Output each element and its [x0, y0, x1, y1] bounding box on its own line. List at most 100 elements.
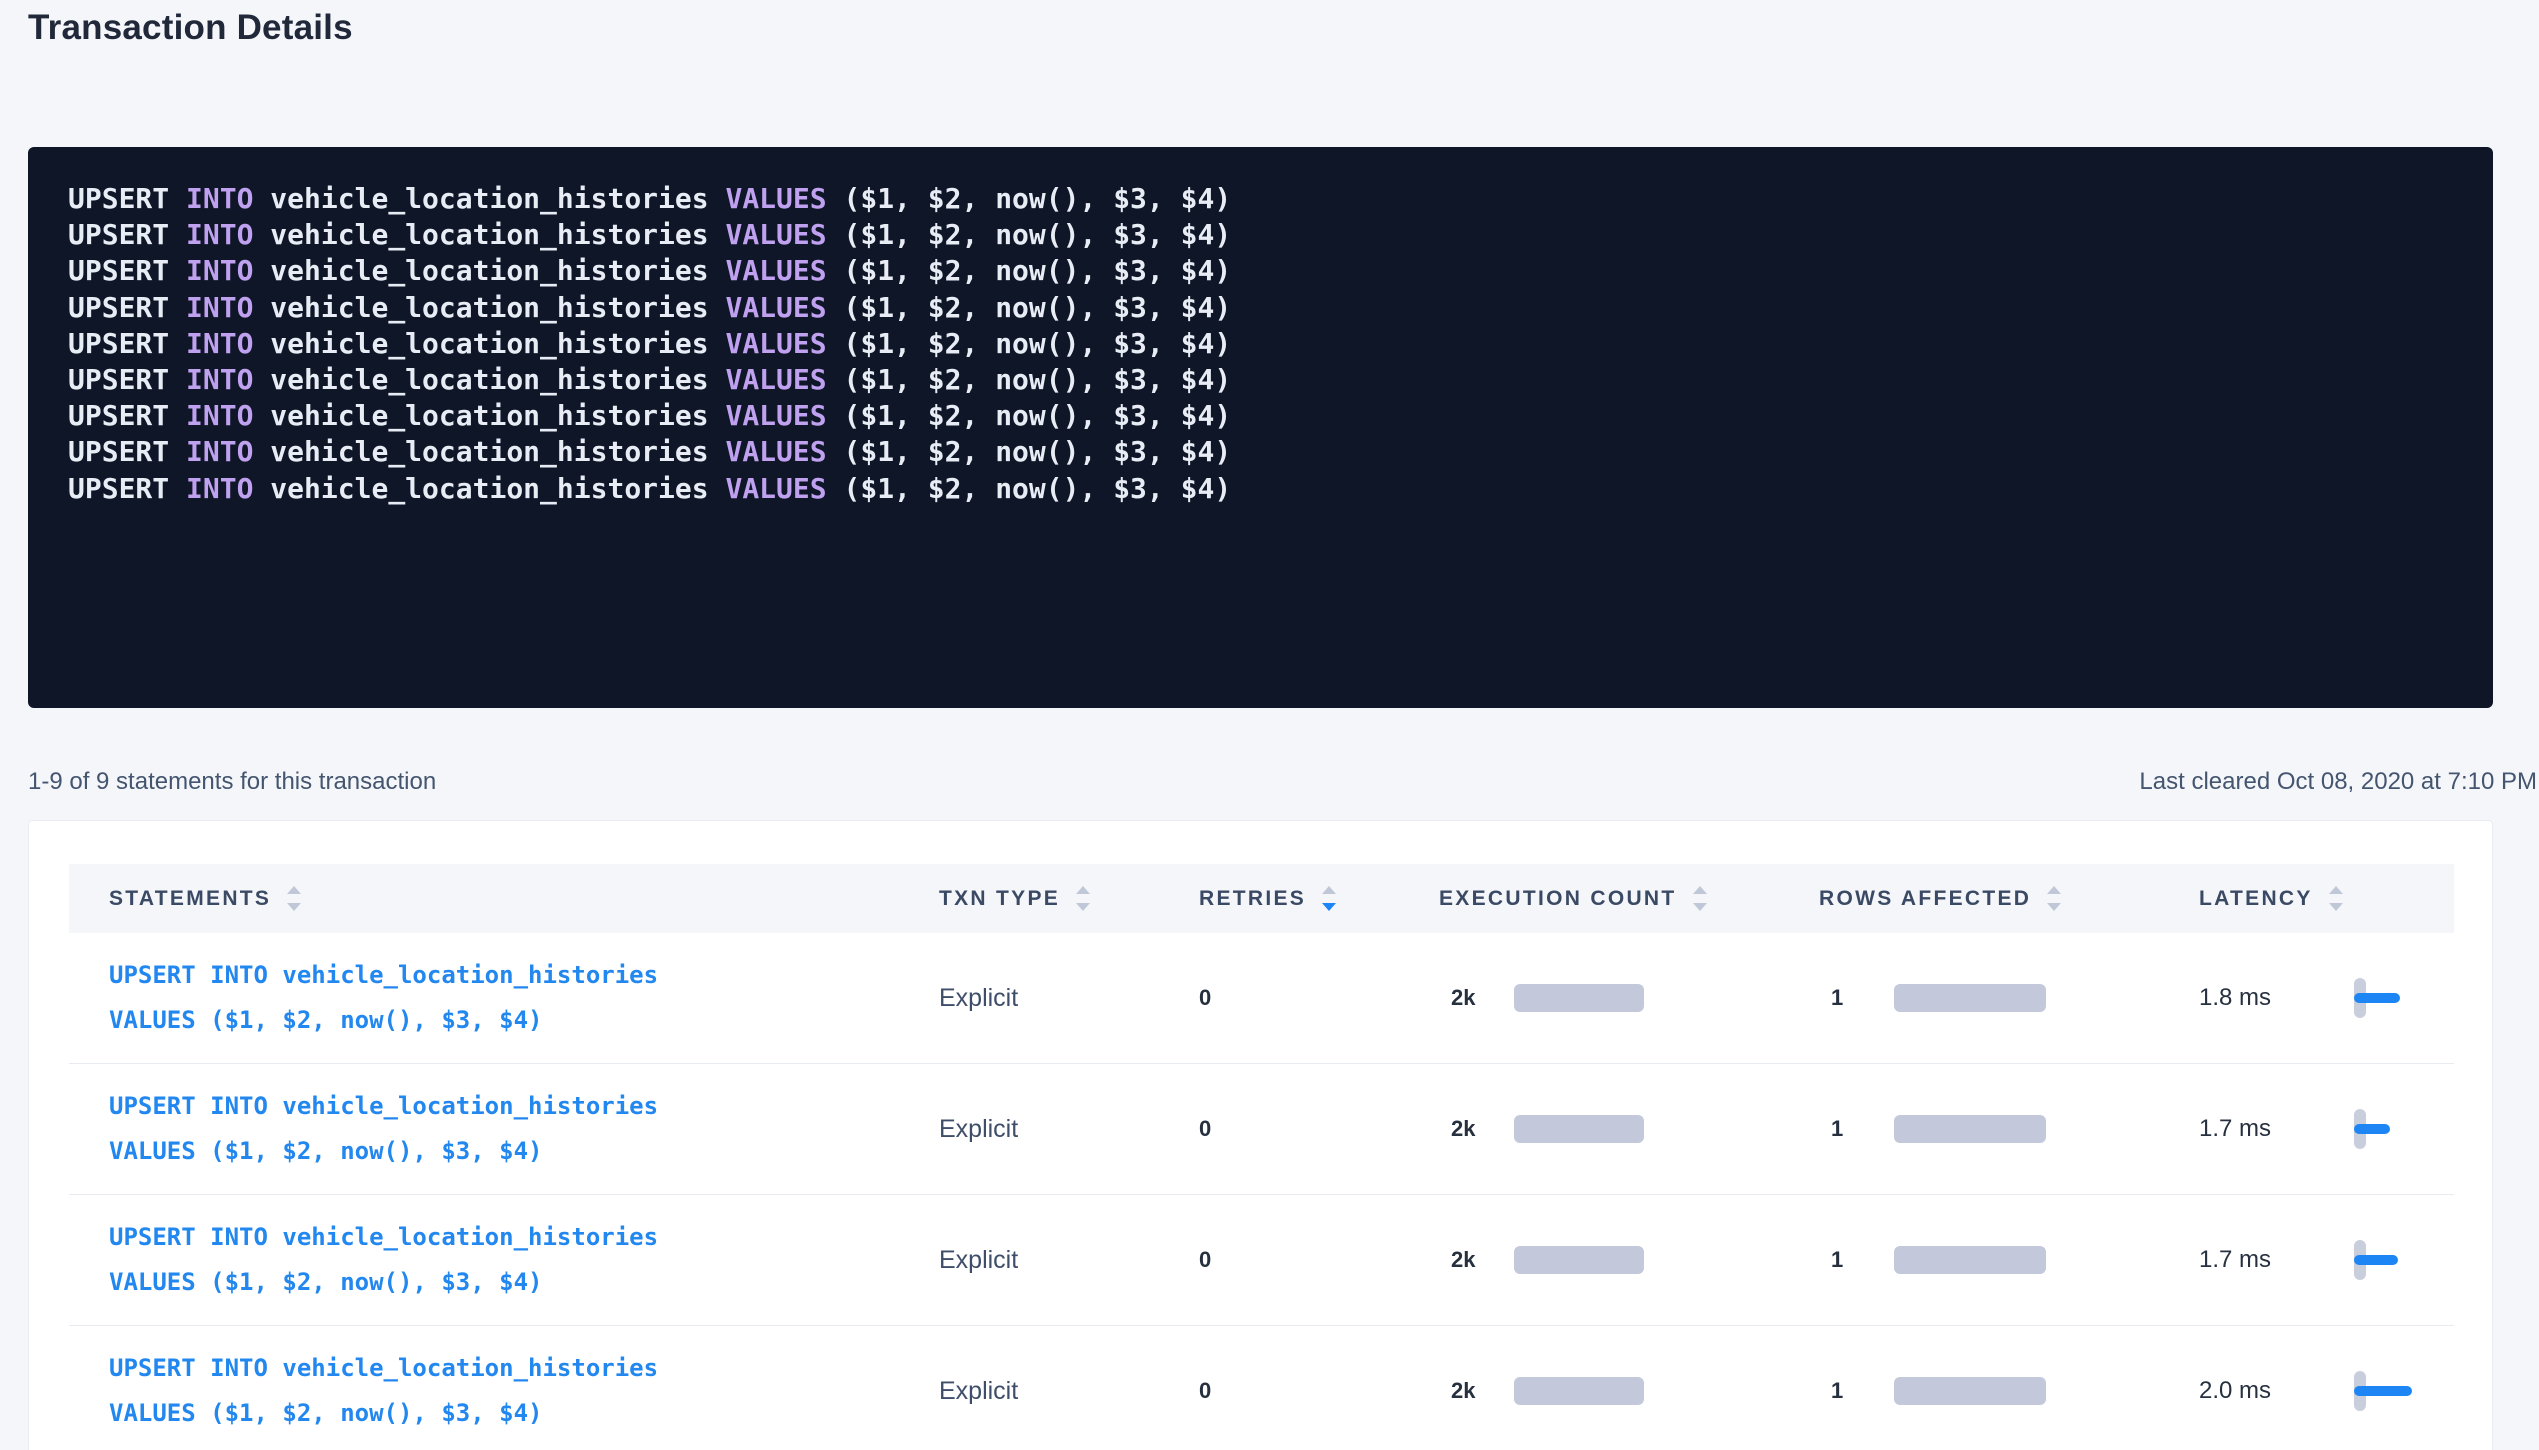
statement-line-2: VALUES ($1, $2, now(), $3, $4)	[109, 1129, 899, 1174]
statement-line-2: VALUES ($1, $2, now(), $3, $4)	[109, 1391, 899, 1436]
sql-text: vehicle_location_histories	[253, 472, 725, 505]
latency-cell: 1.7 ms	[2159, 1238, 2454, 1282]
latency-bar-chart	[2354, 976, 2426, 1020]
sql-keyword: INTO	[186, 399, 253, 432]
sort-arrows	[2047, 886, 2061, 911]
statement-cell: UPSERT INTO vehicle_location_historiesVA…	[69, 953, 899, 1043]
sql-text: vehicle_location_histories	[253, 254, 725, 287]
sql-statement-line: UPSERT INTO vehicle_location_histories V…	[68, 362, 2453, 398]
sql-text: UPSERT	[68, 327, 186, 360]
latency-bar-chart	[2354, 1107, 2426, 1151]
sql-statement-line: UPSERT INTO vehicle_location_histories V…	[68, 253, 2453, 289]
sql-statement-line: UPSERT INTO vehicle_location_histories V…	[68, 290, 2453, 326]
execution-count-value: 2k	[1439, 1247, 1514, 1273]
txn-type-value: Explicit	[899, 1115, 1159, 1144]
column-header-rows-affected[interactable]: ROWS AFFECTED	[1779, 886, 2159, 911]
sql-keyword: INTO	[186, 218, 253, 251]
txn-type-value: Explicit	[899, 1246, 1159, 1275]
statement-link[interactable]: UPSERT INTO vehicle_location_historiesVA…	[109, 1346, 899, 1436]
sql-text: ($1, $2, now(), $3, $4)	[827, 254, 1232, 287]
sql-statement-line: UPSERT INTO vehicle_location_histories V…	[68, 217, 2453, 253]
sql-text: UPSERT	[68, 399, 186, 432]
execution-count-cell: 2k	[1399, 1377, 1779, 1405]
latency-bar	[2354, 1255, 2398, 1265]
rows-affected-bar	[1894, 1246, 2046, 1274]
sql-keyword: VALUES	[725, 182, 826, 215]
latency-bar	[2354, 1124, 2390, 1134]
column-header-latency[interactable]: LATENCY	[2159, 886, 2454, 911]
statements-table: STATEMENTSTXN TYPERETRIES EXECUTION COUNT…	[69, 864, 2454, 1450]
column-header-label: EXECUTION COUNT	[1439, 887, 1677, 911]
sql-keyword: INTO	[186, 435, 253, 468]
statement-link[interactable]: UPSERT INTO vehicle_location_historiesVA…	[109, 1084, 899, 1174]
statement-row: UPSERT INTO vehicle_location_historiesVA…	[69, 1064, 2454, 1195]
sort-arrows	[1693, 886, 1707, 911]
sort-arrows	[1076, 886, 1090, 911]
sql-text: UPSERT	[68, 182, 186, 215]
sort-arrows	[2329, 886, 2343, 911]
column-header-statements[interactable]: STATEMENTS	[69, 886, 899, 911]
sql-keyword: VALUES	[725, 291, 826, 324]
rows-affected-cell: 1	[1779, 984, 2159, 1012]
sql-text: ($1, $2, now(), $3, $4)	[827, 435, 1232, 468]
sql-text: vehicle_location_histories	[253, 327, 725, 360]
latency-cell: 1.7 ms	[2159, 1107, 2454, 1151]
latency-bar-chart	[2354, 1238, 2426, 1282]
sort-desc-icon	[2047, 903, 2061, 911]
statement-row: UPSERT INTO vehicle_location_historiesVA…	[69, 933, 2454, 1064]
sql-text: ($1, $2, now(), $3, $4)	[827, 472, 1232, 505]
sql-text: ($1, $2, now(), $3, $4)	[827, 363, 1232, 396]
column-header-txn-type[interactable]: TXN TYPE	[899, 886, 1159, 911]
sort-arrows	[287, 886, 301, 911]
statement-line-1: UPSERT INTO vehicle_location_histories	[109, 953, 899, 998]
sql-keyword: VALUES	[725, 327, 826, 360]
execution-count-value: 2k	[1439, 1116, 1514, 1142]
sql-text: UPSERT	[68, 472, 186, 505]
sql-keyword: VALUES	[725, 399, 826, 432]
sql-text: vehicle_location_histories	[253, 218, 725, 251]
sql-text: UPSERT	[68, 363, 186, 396]
sql-text: vehicle_location_histories	[253, 363, 725, 396]
sql-keyword: VALUES	[725, 363, 826, 396]
sort-desc-icon	[1322, 903, 1336, 911]
latency-bar	[2354, 1386, 2412, 1396]
statement-link[interactable]: UPSERT INTO vehicle_location_historiesVA…	[109, 953, 899, 1043]
column-header-execution-count[interactable]: EXECUTION COUNT	[1399, 886, 1779, 911]
sql-text: UPSERT	[68, 218, 186, 251]
sql-keyword: INTO	[186, 254, 253, 287]
sql-keyword: INTO	[186, 291, 253, 324]
statements-count-text: 1-9 of 9 statements for this transaction	[28, 768, 436, 796]
execution-count-value: 2k	[1439, 1378, 1514, 1404]
sql-statement-line: UPSERT INTO vehicle_location_histories V…	[68, 181, 2453, 217]
rows-affected-cell: 1	[1779, 1377, 2159, 1405]
rows-affected-value: 1	[1819, 1116, 1894, 1142]
rows-affected-bar	[1894, 984, 2046, 1012]
statement-cell: UPSERT INTO vehicle_location_historiesVA…	[69, 1215, 899, 1305]
column-header-label: ROWS AFFECTED	[1819, 887, 2031, 911]
column-header-retries[interactable]: RETRIES	[1159, 886, 1399, 911]
statement-line-1: UPSERT INTO vehicle_location_histories	[109, 1215, 899, 1260]
sql-text: UPSERT	[68, 291, 186, 324]
sql-keyword: INTO	[186, 327, 253, 360]
sql-statement-line: UPSERT INTO vehicle_location_histories V…	[68, 398, 2453, 434]
retries-value: 0	[1159, 1247, 1399, 1273]
sql-text: UPSERT	[68, 435, 186, 468]
table-header-row: STATEMENTSTXN TYPERETRIES EXECUTION COUNT…	[69, 864, 2454, 933]
latency-value: 2.0 ms	[2199, 1377, 2319, 1405]
sql-text: vehicle_location_histories	[253, 399, 725, 432]
sql-statement-line: UPSERT INTO vehicle_location_histories V…	[68, 434, 2453, 470]
execution-count-cell: 2k	[1399, 984, 1779, 1012]
sql-keyword: INTO	[186, 363, 253, 396]
execution-count-bar	[1514, 1377, 1644, 1405]
statement-link[interactable]: UPSERT INTO vehicle_location_historiesVA…	[109, 1215, 899, 1305]
rows-affected-bar	[1894, 1115, 2046, 1143]
execution-count-bar	[1514, 1246, 1644, 1274]
sort-asc-icon	[2047, 886, 2061, 894]
execution-count-cell: 2k	[1399, 1246, 1779, 1274]
sort-asc-icon	[1322, 886, 1336, 894]
execution-count-value: 2k	[1439, 985, 1514, 1011]
statement-line-2: VALUES ($1, $2, now(), $3, $4)	[109, 998, 899, 1043]
statement-row: UPSERT INTO vehicle_location_historiesVA…	[69, 1195, 2454, 1326]
page-title: Transaction Details	[28, 0, 2537, 50]
sql-keyword: INTO	[186, 182, 253, 215]
